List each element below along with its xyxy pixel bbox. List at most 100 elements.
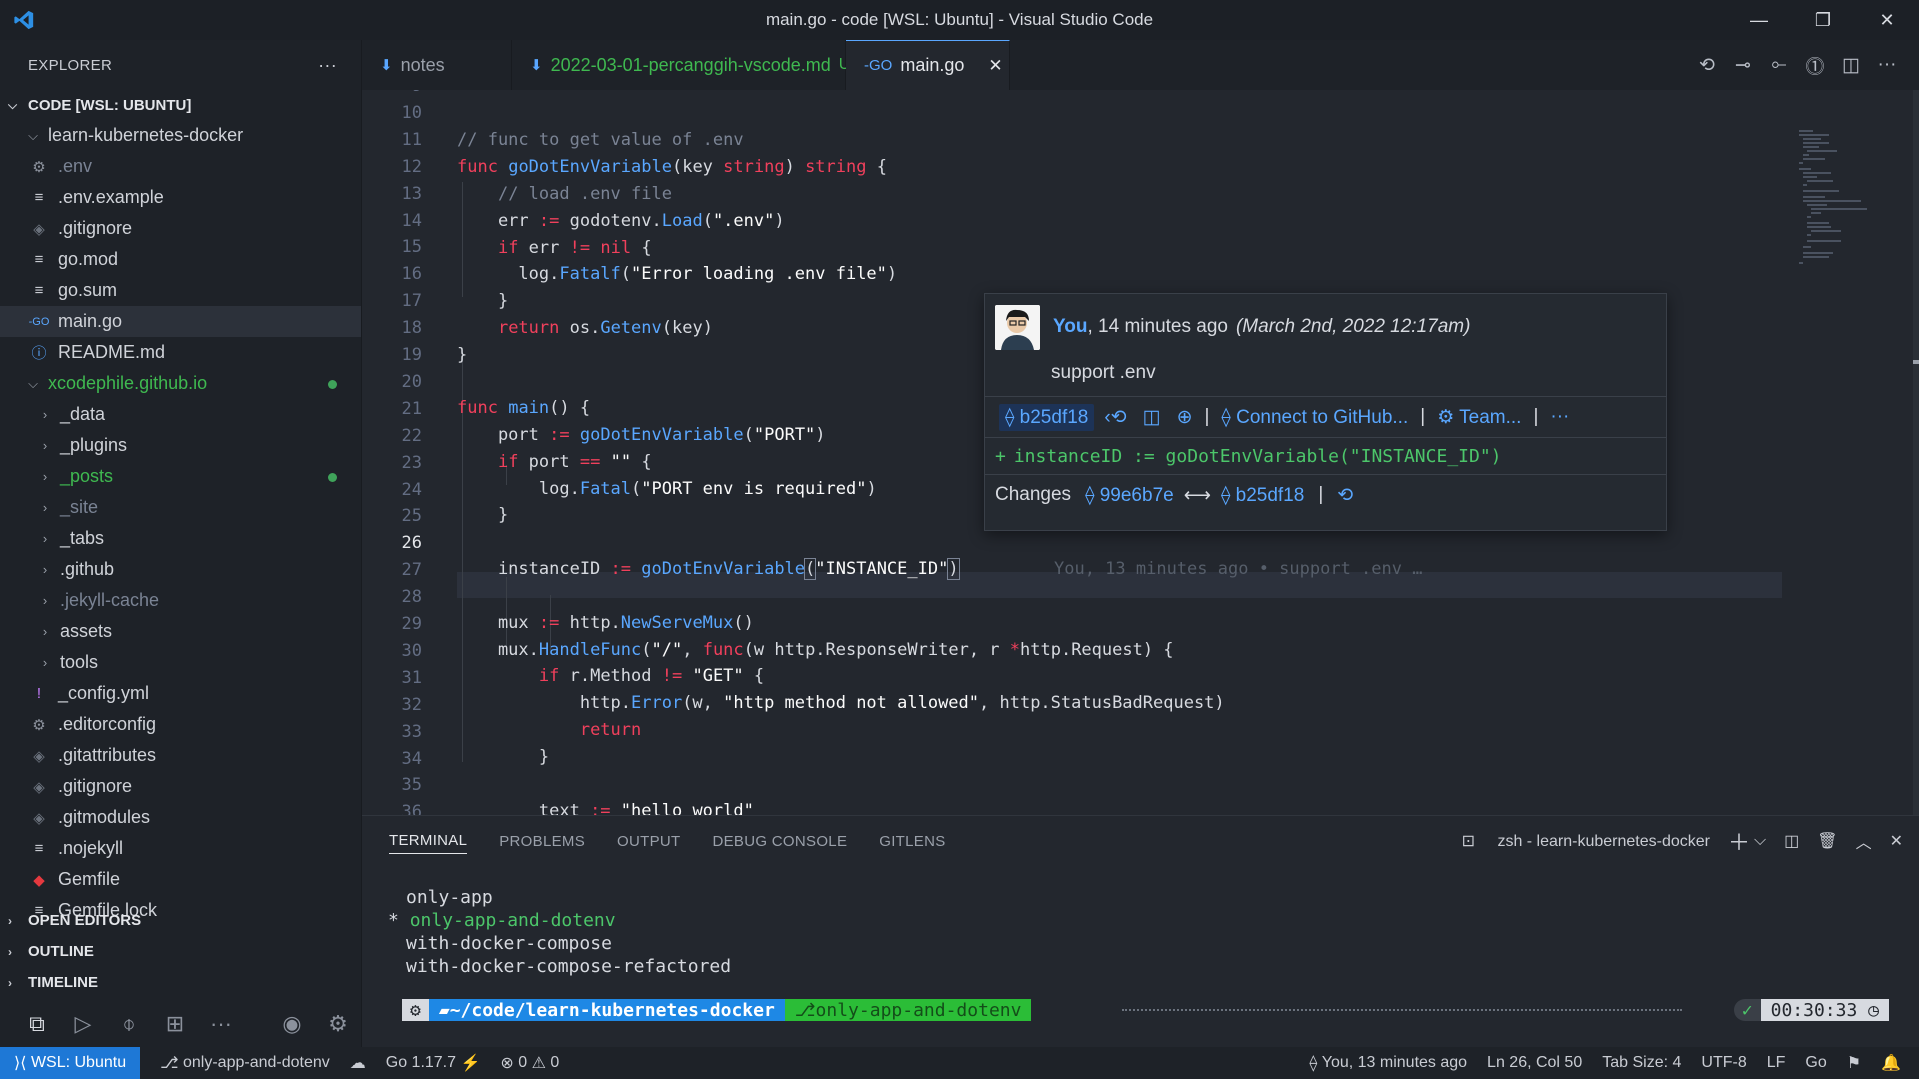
minimize-button[interactable]: —	[1727, 0, 1791, 40]
code-line: return	[579, 720, 642, 740]
restore-button[interactable]: ❐	[1791, 0, 1855, 40]
open-changes-icon[interactable]: ‹⟲	[1104, 406, 1126, 429]
tab-markdown-post[interactable]: ⬇ 2022-03-01-percanggih-vscode.md U	[512, 40, 850, 90]
feedback-icon[interactable]: ⚑	[1837, 1053, 1871, 1073]
section-outline[interactable]: › OUTLINE	[0, 936, 361, 967]
connect-github-link[interactable]: ⟠ Connect to GitHub...	[1221, 406, 1408, 429]
sha-to-link[interactable]: ⟠ b25df18	[1221, 484, 1304, 507]
vscode-logo-icon	[0, 0, 48, 40]
section-timeline[interactable]: › TIMELINE	[0, 967, 361, 998]
folder-xcodephile-github-io[interactable]: ⌵ xcodephile.github.io	[0, 368, 361, 399]
info-icon: ⓘ	[31, 345, 47, 362]
tab-main-go[interactable]: -GO main.go ✕	[846, 40, 1010, 90]
folder-label: learn-kubernetes-docker	[48, 125, 244, 145]
folder-item[interactable]: › _posts	[0, 461, 361, 492]
minimap[interactable]	[1789, 90, 1919, 815]
cursor-position[interactable]: Ln 26, Col 50	[1477, 1054, 1592, 1072]
settings-gear-icon[interactable]: ⚙	[315, 1011, 361, 1037]
file-item[interactable]: ◆ Gemfile	[0, 864, 361, 895]
file-item[interactable]: ◈ .gitmodules	[0, 802, 361, 833]
language-mode[interactable]: Go	[1795, 1054, 1836, 1072]
status-bar: ⟩⟨ WSL: Ubuntu ⎇ only-app-and-dotenv ☁ G…	[0, 1047, 1919, 1079]
previous-change-icon[interactable]: ⊸	[1725, 54, 1761, 77]
trash-icon[interactable]: 🗑	[1817, 831, 1837, 851]
sync-icon[interactable]: ☁	[340, 1053, 376, 1073]
more-actions-icon[interactable]: ···	[1869, 54, 1905, 76]
author-name[interactable]: You	[1053, 316, 1087, 337]
folder-item[interactable]: › assets	[0, 616, 361, 647]
close-panel-icon[interactable]: ✕	[1890, 831, 1903, 851]
file-item[interactable]: ◈ .gitattributes	[0, 740, 361, 771]
panel-tab-gitlens[interactable]: GITLENS	[879, 829, 945, 854]
remote-indicator[interactable]: ⟩⟨ WSL: Ubuntu	[0, 1047, 141, 1079]
file-item[interactable]: ◈ .gitignore	[0, 771, 361, 802]
tab-size[interactable]: Tab Size: 4	[1592, 1054, 1691, 1072]
panel-tab-output[interactable]: OUTPUT	[617, 829, 680, 854]
folder-item[interactable]: › .jekyll-cache	[0, 585, 361, 616]
folder-item[interactable]: › .github	[0, 554, 361, 585]
split-editor-icon[interactable]: ◫	[1833, 54, 1869, 77]
file-item[interactable]: ≡ go.sum	[0, 275, 361, 306]
source-control-icon[interactable]: ⌽	[106, 1011, 152, 1037]
folder-item[interactable]: › tools	[0, 647, 361, 678]
close-window-button[interactable]: ✕	[1855, 0, 1919, 40]
new-terminal-icon[interactable]: ＋	[1728, 825, 1750, 857]
globe-icon[interactable]: ⊕	[1177, 406, 1193, 429]
end-of-line[interactable]: LF	[1757, 1054, 1796, 1072]
open-changes-icon[interactable]: ⟲	[1689, 54, 1725, 77]
split-terminal-icon[interactable]: ◫	[1784, 831, 1799, 851]
compare-icon[interactable]: ◫	[1143, 406, 1161, 429]
commit-sha-button[interactable]: ⟠ b25df18	[999, 403, 1095, 431]
warning-icon: ⚠	[531, 1055, 551, 1072]
close-tab-button[interactable]: ✕	[988, 56, 1002, 76]
folder-item[interactable]: › _site	[0, 492, 361, 523]
file-label: .env.example	[58, 187, 164, 207]
notifications-bell-icon[interactable]: 🔔	[1871, 1053, 1911, 1073]
run-debug-icon[interactable]: ▷	[60, 1011, 106, 1037]
tab-notes[interactable]: ⬇ notes	[362, 40, 512, 90]
file-item[interactable]: ≡ go.mod	[0, 244, 361, 275]
panel-tab-debug-console[interactable]: DEBUG CONSOLE	[712, 829, 847, 854]
open-changes-icon[interactable]: ⟲	[1337, 484, 1353, 507]
terminal-output[interactable]: only-app * only-app-and-dotenv with-dock…	[388, 886, 731, 978]
folder-item[interactable]: › _plugins	[0, 430, 361, 461]
panel-tab-terminal[interactable]: TERMINAL	[389, 828, 468, 854]
folder-item[interactable]: › _tabs	[0, 523, 361, 554]
line-number: 17	[401, 291, 422, 312]
file-item[interactable]: ⚙ .env	[0, 151, 361, 182]
sha-from-link[interactable]: ⟠ 99e6b7e	[1085, 484, 1174, 507]
section-open-editors[interactable]: › OPEN EDITORS	[0, 905, 361, 936]
explorer-more-button[interactable]: ···	[318, 55, 337, 76]
next-change-icon[interactable]: ⟜	[1761, 54, 1797, 76]
author-avatar	[995, 304, 1040, 350]
file-item[interactable]: ≡ .nojekyll	[0, 833, 361, 864]
panel-tab-problems[interactable]: PROBLEMS	[499, 829, 585, 854]
account-icon[interactable]: ◉	[269, 1011, 315, 1037]
branch-indicator[interactable]: ⎇ only-app-and-dotenv	[150, 1053, 340, 1073]
encoding[interactable]: UTF-8	[1691, 1054, 1756, 1072]
folder-item[interactable]: › _data	[0, 399, 361, 430]
file-item[interactable]: -GO main.go	[0, 306, 361, 337]
explorer-icon[interactable]: ⧉	[14, 1011, 60, 1037]
modified-dot	[328, 380, 337, 389]
terminal-shell-selector[interactable]: ⊡ zsh - learn-kubernetes-docker	[1444, 831, 1710, 851]
workspace-root[interactable]: ⌵ CODE [WSL: UBUNTU]	[0, 90, 361, 120]
toggle-blame-icon[interactable]: ⓵	[1797, 52, 1833, 79]
file-item[interactable]: ! _config.yml	[0, 678, 361, 709]
chevron-down-icon[interactable]: ⌵	[1754, 832, 1766, 850]
commit-date: (March 2nd, 2022 12:17am)	[1235, 316, 1471, 337]
file-item[interactable]: ≡ .env.example	[0, 182, 361, 213]
more-icon[interactable]: ···	[198, 1011, 244, 1037]
extensions-icon[interactable]: ⊞	[152, 1011, 198, 1037]
file-item[interactable]: ⓘ README.md	[0, 337, 361, 368]
problems-indicator[interactable]: ⊗ 0 ⚠ 0	[490, 1053, 569, 1073]
file-item[interactable]: ◈ .gitignore	[0, 213, 361, 244]
file-item[interactable]: ⚙ .editorconfig	[0, 709, 361, 740]
maximize-panel-icon[interactable]: ︿	[1856, 829, 1872, 853]
file-label: _tabs	[60, 528, 105, 548]
hover-more-button[interactable]: ···	[1550, 406, 1569, 428]
folder-learn-kubernetes-docker[interactable]: ⌵ learn-kubernetes-docker	[0, 120, 361, 151]
team-link[interactable]: ⚙ Team...	[1437, 406, 1521, 429]
blame-status[interactable]: ⟠ You, 13 minutes ago	[1299, 1053, 1477, 1073]
go-version[interactable]: Go 1.17.7 ⚡	[376, 1053, 491, 1073]
